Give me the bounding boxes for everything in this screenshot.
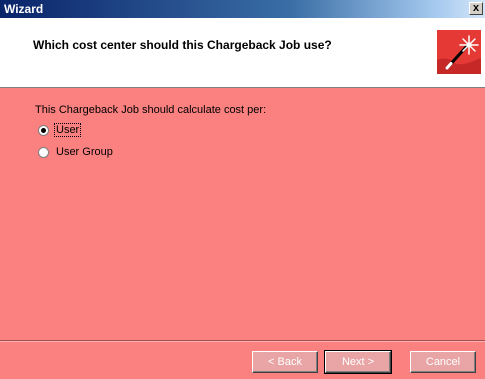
window-title: Wizard: [4, 2, 44, 16]
wizard-header: Which cost center should this Chargeback…: [0, 18, 485, 88]
option-user-group[interactable]: User Group: [38, 145, 114, 159]
page-question: Which cost center should this Chargeback…: [33, 38, 332, 52]
next-button[interactable]: Next >: [324, 350, 392, 374]
wizard-window: Wizard x Which cost center should this C…: [0, 0, 485, 379]
button-separator: [0, 340, 485, 342]
user-radio[interactable]: [38, 124, 49, 136]
cancel-button[interactable]: Cancel: [410, 351, 476, 373]
option-user[interactable]: User: [38, 123, 82, 137]
user-radio-label[interactable]: User: [53, 123, 82, 137]
title-bar[interactable]: Wizard x: [0, 0, 485, 18]
close-button[interactable]: x: [469, 2, 483, 15]
close-icon: x: [472, 2, 480, 14]
magic-wand-icon: [437, 30, 481, 74]
user-group-radio-label[interactable]: User Group: [55, 146, 114, 158]
prompt-label: This Chargeback Job should calculate cos…: [35, 104, 267, 116]
user-group-radio[interactable]: [38, 146, 49, 158]
back-button[interactable]: < Back: [252, 351, 318, 373]
